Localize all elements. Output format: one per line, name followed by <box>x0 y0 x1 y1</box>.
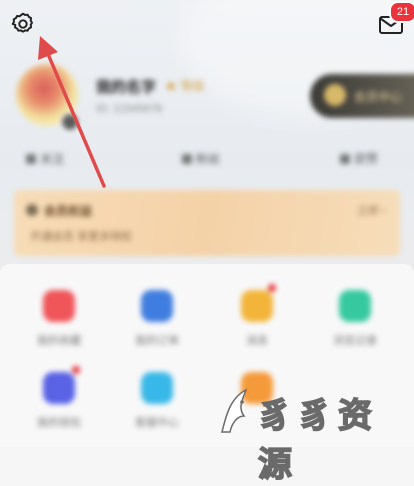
crown-icon <box>324 84 346 106</box>
gear-icon <box>11 12 33 33</box>
stat-following[interactable]: 关注 <box>26 150 64 167</box>
history-icon <box>339 290 371 322</box>
support-icon <box>141 372 173 404</box>
watermark-logo-icon <box>221 388 248 433</box>
wallet-icon <box>43 372 75 404</box>
grid-item-messages[interactable]: 消息 <box>212 290 302 348</box>
watermark-text: 豸豸资源 <box>257 395 378 486</box>
stat-label: 粉丝 <box>196 152 221 166</box>
level-badge: ★ 等级 <box>165 79 205 93</box>
grid-item-label: 我的收藏 <box>37 335 81 347</box>
grid-item-favorites[interactable]: 我的收藏 <box>14 290 104 348</box>
stat-followers[interactable]: 粉丝 <box>182 150 220 167</box>
grid-item-wallet[interactable]: 我的钱包 <box>14 372 104 430</box>
grid-item-label: 我的订单 <box>135 335 179 347</box>
notification-dot <box>72 366 80 374</box>
messages-grid-icon <box>241 290 273 322</box>
grid-item-support[interactable]: 客服中心 <box>112 372 202 430</box>
vip-card[interactable]: 会员中心 <box>310 74 414 118</box>
settings-button[interactable] <box>10 11 36 37</box>
favorites-icon <box>43 290 75 322</box>
orders-icon <box>141 290 173 322</box>
banner-more-link[interactable]: 立即 › <box>357 202 386 218</box>
stat-label: 关注 <box>40 152 65 166</box>
message-count-badge: 21 <box>389 1 414 23</box>
grid-item-history[interactable]: 浏览记录 <box>310 290 400 348</box>
grid-item-label: 浏览记录 <box>333 335 377 347</box>
user-id: ID: 12345678 <box>96 103 163 115</box>
vip-label: 会员中心 <box>354 90 403 104</box>
stat-likes[interactable]: 获赞 <box>340 150 378 167</box>
banner-icon <box>26 204 38 216</box>
grid-item-label: 我的钱包 <box>37 417 81 429</box>
vip-banner[interactable]: 会员权益 立即 › 开通会员 享更多特权 <box>14 190 400 256</box>
grid-item-orders[interactable]: 我的订单 <box>112 290 202 348</box>
banner-title: 会员权益 <box>44 204 93 218</box>
stat-icon <box>26 154 36 164</box>
username: 我的名字 <box>96 79 157 96</box>
grid-item-label: 消息 <box>246 335 268 347</box>
notification-dot <box>268 284 276 292</box>
grid-item-label: 客服中心 <box>135 417 179 429</box>
stat-icon <box>340 154 350 164</box>
banner-description: 开通会员 享更多特权 <box>30 231 133 243</box>
stat-icon <box>182 154 192 164</box>
avatar-edit-icon <box>60 112 80 132</box>
stat-label: 获赞 <box>354 152 379 166</box>
